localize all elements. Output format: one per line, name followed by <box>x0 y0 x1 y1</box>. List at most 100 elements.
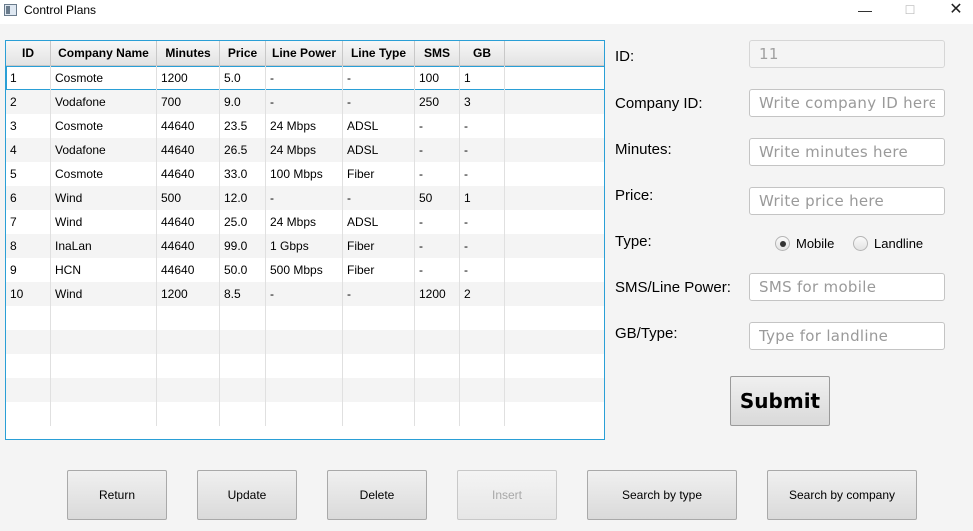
column-header-id[interactable]: ID <box>6 41 51 65</box>
table-cell[interactable]: 99.0 <box>220 234 266 258</box>
delete-button[interactable]: Delete <box>327 470 427 520</box>
table-cell[interactable]: 44640 <box>157 210 220 234</box>
table-cell[interactable]: - <box>415 114 460 138</box>
table-cell[interactable]: 9.0 <box>220 90 266 114</box>
table-cell[interactable] <box>505 66 604 90</box>
table-cell[interactable]: 100 Mbps <box>266 162 343 186</box>
table-row[interactable]: 4 Vodafone 44640 26.5 24 Mbps ADSL - - <box>6 138 604 162</box>
plans-table[interactable]: ID Company Name Minutes Price Line Power… <box>5 40 605 440</box>
table-cell[interactable]: 25.0 <box>220 210 266 234</box>
column-header-price[interactable]: Price <box>220 41 266 65</box>
table-cell[interactable]: - <box>415 138 460 162</box>
column-header-minutes[interactable]: Minutes <box>157 41 220 65</box>
table-cell[interactable]: - <box>415 258 460 282</box>
table-cell[interactable]: - <box>343 90 415 114</box>
table-cell[interactable]: InaLan <box>51 234 157 258</box>
table-cell[interactable]: HCN <box>51 258 157 282</box>
table-cell[interactable] <box>505 90 604 114</box>
table-cell[interactable]: 1 Gbps <box>266 234 343 258</box>
table-cell[interactable]: - <box>460 258 505 282</box>
table-cell[interactable]: - <box>343 66 415 90</box>
table-cell[interactable]: - <box>266 66 343 90</box>
table-cell[interactable]: - <box>415 234 460 258</box>
search-by-type-button[interactable]: Search by type <box>587 470 737 520</box>
table-cell[interactable]: - <box>460 138 505 162</box>
table-cell[interactable]: 8 <box>6 234 51 258</box>
table-cell[interactable]: 2 <box>6 90 51 114</box>
table-cell[interactable]: 44640 <box>157 162 220 186</box>
table-cell[interactable]: 3 <box>6 114 51 138</box>
close-button[interactable]: ✕ <box>933 0 973 22</box>
table-cell[interactable] <box>505 258 604 282</box>
table-cell[interactable]: 1 <box>460 66 505 90</box>
table-cell[interactable]: 4 <box>6 138 51 162</box>
radio-mobile-label[interactable]: Mobile <box>796 235 834 253</box>
table-cell[interactable]: Fiber <box>343 162 415 186</box>
table-cell[interactable]: Fiber <box>343 234 415 258</box>
table-cell[interactable]: 500 <box>157 186 220 210</box>
column-header-gb[interactable]: GB <box>460 41 505 65</box>
table-cell[interactable]: 5.0 <box>220 66 266 90</box>
table-cell[interactable]: 23.5 <box>220 114 266 138</box>
table-cell[interactable]: 44640 <box>157 234 220 258</box>
table-cell[interactable]: ADSL <box>343 138 415 162</box>
table-cell[interactable]: 44640 <box>157 258 220 282</box>
column-header-line-power[interactable]: Line Power <box>266 41 343 65</box>
table-cell[interactable]: - <box>460 162 505 186</box>
maximize-button[interactable]: ☐ <box>887 0 933 22</box>
table-cell[interactable]: 24 Mbps <box>266 114 343 138</box>
table-cell[interactable]: - <box>343 282 415 306</box>
table-cell[interactable]: 3 <box>460 90 505 114</box>
table-cell[interactable]: - <box>266 186 343 210</box>
radio-landline-label[interactable]: Landline <box>874 235 923 253</box>
table-cell[interactable]: - <box>460 114 505 138</box>
update-button[interactable]: Update <box>197 470 297 520</box>
sms-line-power-field[interactable] <box>749 273 945 301</box>
table-cell[interactable]: 24 Mbps <box>266 210 343 234</box>
table-cell[interactable]: 44640 <box>157 138 220 162</box>
table-cell[interactable]: 7 <box>6 210 51 234</box>
table-cell[interactable] <box>505 282 604 306</box>
table-cell[interactable]: 6 <box>6 186 51 210</box>
table-cell[interactable]: 500 Mbps <box>266 258 343 282</box>
table-cell[interactable] <box>505 138 604 162</box>
radio-mobile-indicator[interactable] <box>775 236 790 251</box>
table-cell[interactable]: 700 <box>157 90 220 114</box>
table-cell[interactable] <box>505 114 604 138</box>
table-cell[interactable]: - <box>266 90 343 114</box>
table-cell[interactable] <box>505 210 604 234</box>
table-cell[interactable]: 26.5 <box>220 138 266 162</box>
table-cell[interactable]: Fiber <box>343 258 415 282</box>
table-cell[interactable]: - <box>415 162 460 186</box>
table-cell[interactable]: - <box>460 210 505 234</box>
table-cell[interactable] <box>505 162 604 186</box>
table-cell[interactable]: Cosmote <box>51 162 157 186</box>
table-row[interactable]: 9 HCN 44640 50.0 500 Mbps Fiber - - <box>6 258 604 282</box>
submit-button[interactable]: Submit <box>730 376 830 426</box>
column-header-company-name[interactable]: Company Name <box>51 41 157 65</box>
radio-landline-indicator[interactable] <box>853 236 868 251</box>
table-cell[interactable]: 1200 <box>415 282 460 306</box>
table-cell[interactable]: 50.0 <box>220 258 266 282</box>
table-cell[interactable]: Wind <box>51 186 157 210</box>
table-cell[interactable] <box>505 186 604 210</box>
table-cell[interactable]: Wind <box>51 210 157 234</box>
return-button[interactable]: Return <box>67 470 167 520</box>
table-cell[interactable]: 33.0 <box>220 162 266 186</box>
table-cell[interactable]: ADSL <box>343 210 415 234</box>
table-row[interactable]: 1 Cosmote 1200 5.0- -100 1 <box>6 66 604 90</box>
table-cell[interactable]: Vodafone <box>51 90 157 114</box>
table-cell[interactable]: 10 <box>6 282 51 306</box>
table-cell[interactable]: 24 Mbps <box>266 138 343 162</box>
table-cell[interactable]: Cosmote <box>51 114 157 138</box>
table-cell[interactable]: 1 <box>460 186 505 210</box>
table-cell[interactable]: ADSL <box>343 114 415 138</box>
table-row[interactable]: 7 Wind 44640 25.0 24 Mbps ADSL - - <box>6 210 604 234</box>
gb-type-field[interactable] <box>749 322 945 350</box>
table-cell[interactable]: 9 <box>6 258 51 282</box>
table-cell[interactable]: - <box>266 282 343 306</box>
search-by-company-button[interactable]: Search by company <box>767 470 917 520</box>
table-cell[interactable]: 2 <box>460 282 505 306</box>
table-cell[interactable]: 12.0 <box>220 186 266 210</box>
table-row[interactable]: 3 Cosmote 44640 23.5 24 Mbps ADSL - - <box>6 114 604 138</box>
